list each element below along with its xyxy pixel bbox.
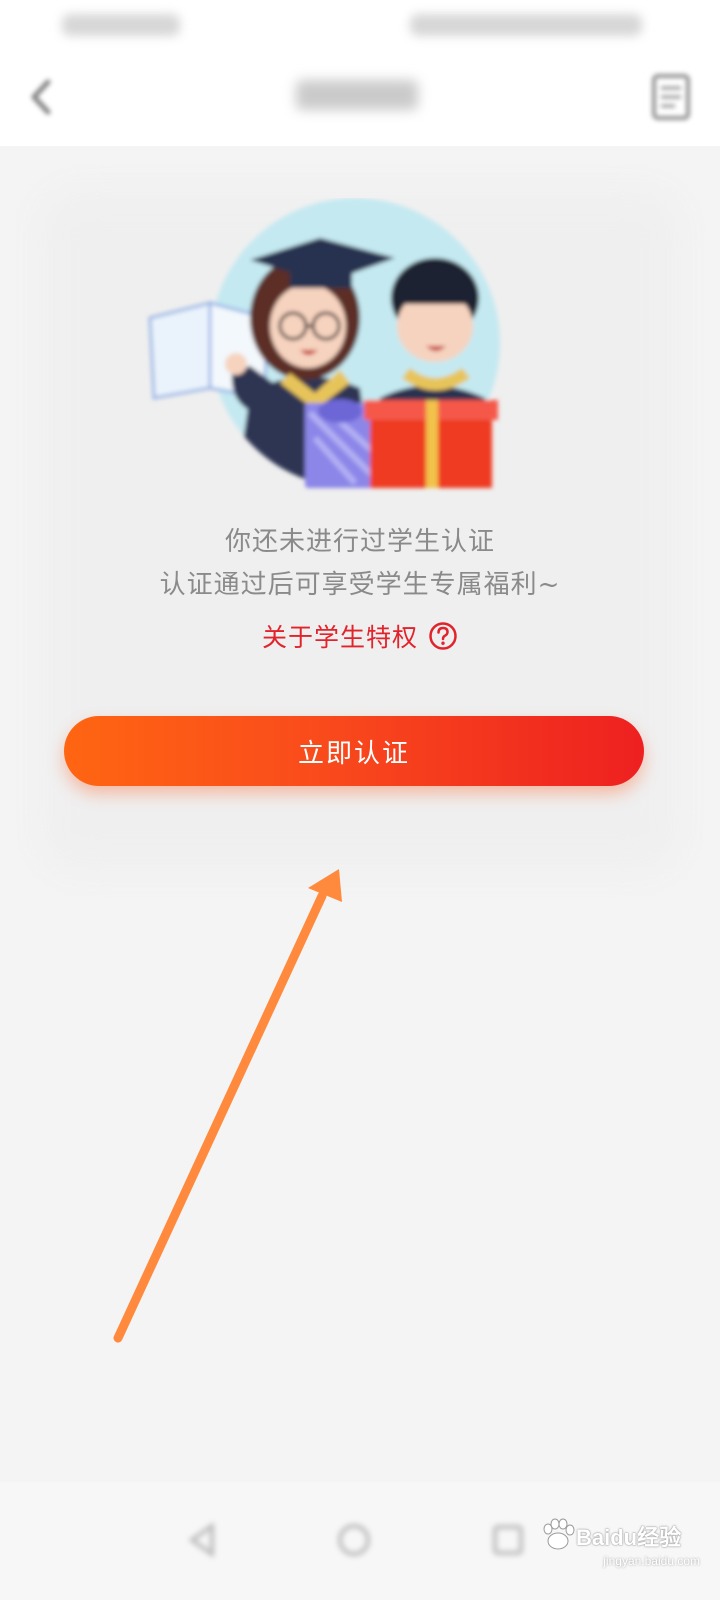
status-indicators-blurred [410,14,642,36]
back-icon[interactable] [182,1520,222,1560]
back-arrow-icon[interactable] [22,74,62,120]
status-time-blurred [62,14,180,36]
verify-now-button[interactable]: 立即认证 [64,716,644,786]
paw-logo-icon [543,1518,575,1550]
top-navigation-bar [0,50,720,146]
student-graduation-illustration [148,198,500,488]
status-bar [0,0,720,50]
home-icon[interactable] [334,1520,374,1560]
not-verified-message: 你还未进行过学生认证 [224,527,495,557]
watermark-logo-text: Baidu经验 [576,1525,682,1550]
recent-apps-icon[interactable] [488,1520,528,1560]
benefit-description: 认证通过后可享受学生专属福利~ [159,570,561,600]
watermark-url: jingyan.baidu.com [603,1554,700,1568]
document-icon[interactable] [648,72,694,122]
page-title-blurred [296,80,418,110]
question-circle-icon[interactable] [428,621,458,651]
baidu-jingyan-watermark: Baidu经验 jingyan.baidu.com [540,1518,710,1578]
student-privilege-row[interactable]: 关于学生特权 [0,618,720,654]
student-privilege-link[interactable]: 关于学生特权 [262,618,418,654]
